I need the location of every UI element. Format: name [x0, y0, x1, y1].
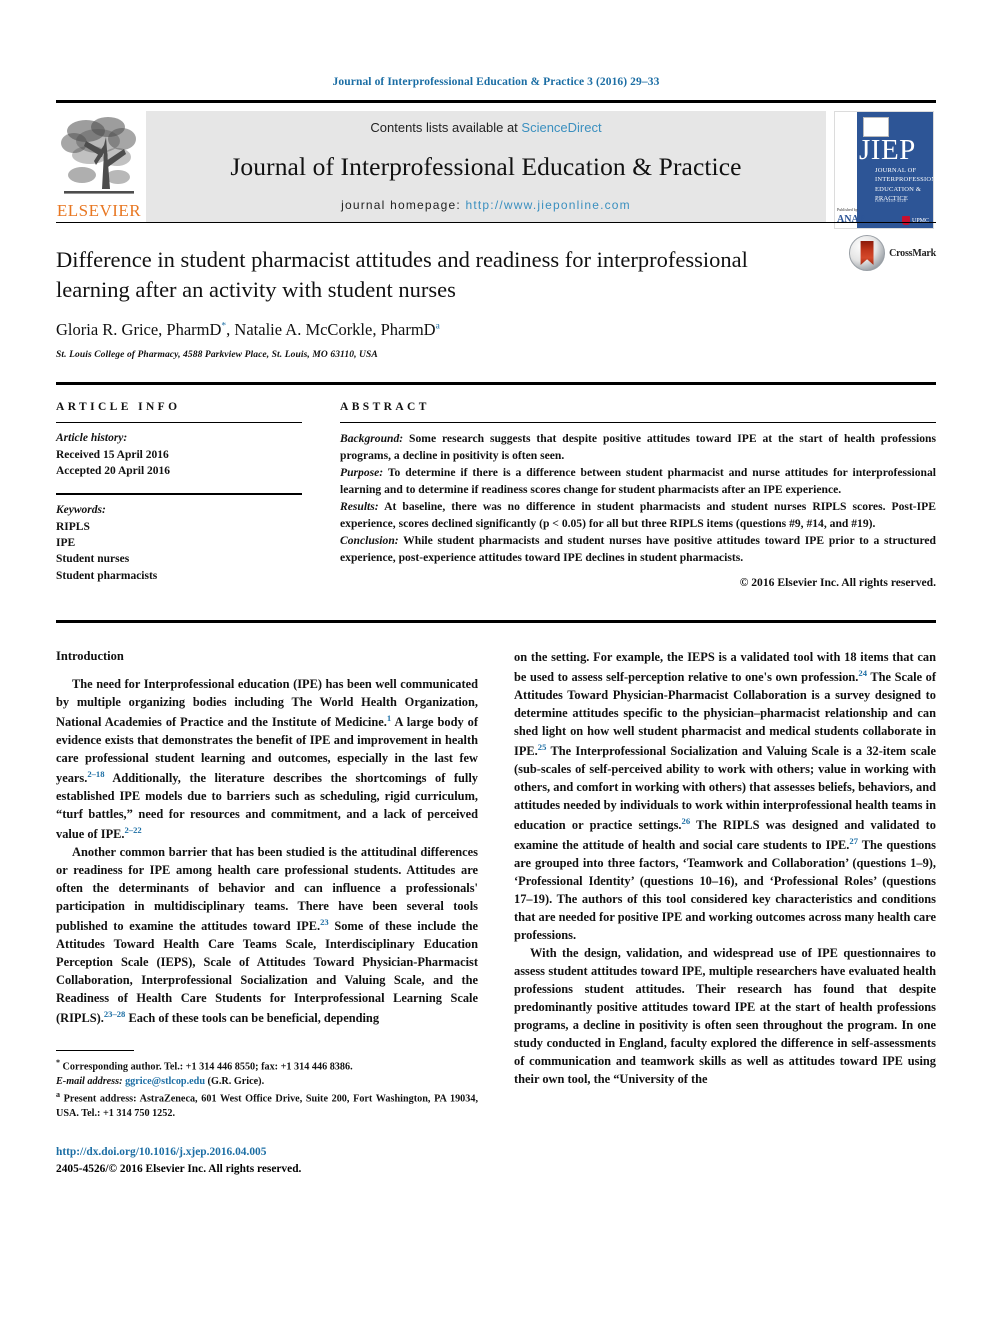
- abstract-purpose: Purpose: To determine if there is a diff…: [340, 465, 936, 499]
- email-link[interactable]: ggrice@stlcop.edu: [125, 1076, 205, 1087]
- footnote-divider: [56, 1050, 134, 1051]
- email-label: E-mail address:: [56, 1075, 123, 1087]
- citation-ref[interactable]: 2–22: [125, 825, 142, 835]
- abstract-background: Background: Some research suggests that …: [340, 431, 936, 465]
- keyword-item: RIPLS: [56, 520, 90, 533]
- intro-paragraph-2: Another common barrier that has been stu…: [56, 844, 478, 1028]
- homepage-prefix: journal homepage:: [341, 198, 466, 212]
- body-column-right: on the setting. For example, the IEPS is…: [514, 649, 936, 1178]
- intro-p2-c: Each of these tools can be beneficial, d…: [125, 1011, 380, 1026]
- article-page: Journal of Interprofessional Education &…: [0, 0, 992, 1323]
- issn-copyright-line: 2405-4526/© 2016 Elsevier Inc. All right…: [56, 1162, 302, 1175]
- abstract-results-label: Results:: [340, 500, 379, 514]
- title-block: Difference in student pharmacist attitud…: [56, 222, 936, 360]
- footnote-present-text: Present address: AstraZeneca, 601 West O…: [56, 1093, 478, 1120]
- crossmark-badge[interactable]: CrossMark: [849, 235, 936, 271]
- jiep-logo-letters: JIEP: [859, 134, 916, 166]
- abstract-conclusion-label: Conclusion:: [340, 533, 399, 547]
- contents-line: Contents lists available at ScienceDirec…: [370, 120, 601, 135]
- page-title: Difference in student pharmacist attitud…: [56, 247, 748, 302]
- keyword-item: Student pharmacists: [56, 569, 158, 582]
- email-suffix: (G.R. Grice).: [205, 1075, 265, 1087]
- author-two: , Natalie A. McCorkle, PharmD: [226, 320, 436, 340]
- abstract-background-label: Background:: [340, 432, 404, 446]
- abstract-background-text: Some research suggests that despite posi…: [340, 432, 936, 463]
- jiep-cover-block: JIEP JOURNAL OF INTERPROFESSIONAL EDUCAT…: [832, 111, 936, 229]
- author-list: Gloria R. Grice, PharmD*, Natalie A. McC…: [56, 320, 936, 340]
- citation-ref[interactable]: 23–28: [104, 1009, 125, 1019]
- keywords-divider: [56, 493, 302, 496]
- crossmark-ribbon-icon: [860, 241, 874, 265]
- footnote-corresponding: * Corresponding author. Tel.: +1 314 446…: [56, 1057, 478, 1089]
- info-abstract-section: ARTICLE INFO Article history: Received 1…: [56, 382, 936, 591]
- footnote-corresponding-text: Corresponding author. Tel.: +1 314 446 8…: [60, 1061, 353, 1073]
- intro-p1-c: Additionally, the literature describes t…: [56, 770, 478, 841]
- journal-masthead: ELSEVIER Contents lists available at Sci…: [56, 100, 936, 229]
- abstract-conclusion: Conclusion: While student pharmacists an…: [340, 533, 936, 567]
- homepage-link[interactable]: http://www.jieponline.com: [465, 198, 630, 212]
- sciencedirect-link[interactable]: ScienceDirect: [521, 120, 601, 135]
- received-date: Received 15 April 2016: [56, 448, 169, 461]
- article-info-heading: ARTICLE INFO: [56, 401, 181, 414]
- citation-ref[interactable]: 23: [320, 917, 329, 927]
- article-info-column: ARTICLE INFO Article history: Received 1…: [56, 401, 302, 591]
- crossmark-icon: [849, 235, 886, 271]
- abstract-divider: [340, 422, 936, 424]
- abstract-conclusion-text: While student pharmacists and student nu…: [340, 533, 936, 564]
- accepted-date: Accepted 20 April 2016: [56, 465, 171, 478]
- homepage-line: journal homepage: http://www.jieponline.…: [341, 198, 631, 212]
- crossmark-label: CrossMark: [889, 247, 936, 259]
- article-history: Article history: Received 15 April 2016 …: [56, 430, 302, 479]
- abstract-body: Background: Some research suggests that …: [340, 431, 936, 591]
- keywords-label: Keywords:: [56, 504, 106, 517]
- citation-ref[interactable]: 26: [682, 816, 691, 826]
- elsevier-wordmark: ELSEVIER: [56, 201, 142, 220]
- article-info-divider: [56, 422, 302, 424]
- keywords-block: Keywords: RIPLS IPE Student nurses Stude…: [56, 502, 302, 584]
- jiep-publisher-note: Published by: [837, 207, 858, 212]
- journal-title: Journal of Interprofessional Education &…: [230, 151, 742, 181]
- abstract-purpose-label: Purpose:: [340, 466, 384, 480]
- jiep-cover-image: JIEP JOURNAL OF INTERPROFESSIONAL EDUCAT…: [834, 111, 934, 229]
- citation-ref[interactable]: 24: [858, 668, 867, 678]
- author-two-marker[interactable]: a: [436, 322, 440, 332]
- right-p1-e: The questions are grouped into three fac…: [514, 838, 936, 942]
- right-paragraph-2: With the design, validation, and widespr…: [514, 945, 936, 1086]
- body-column-left: Introduction The need for Interprofessio…: [56, 649, 478, 1178]
- elsevier-logo-block: ELSEVIER: [56, 111, 142, 222]
- citation-ref[interactable]: 2–18: [87, 769, 104, 779]
- abstract-purpose-text: To determine if there is a difference be…: [340, 466, 936, 497]
- keyword-item: Student nurses: [56, 553, 130, 566]
- affiliation: St. Louis College of Pharmacy, 4588 Park…: [56, 350, 378, 361]
- abstract-heading: ABSTRACT: [340, 401, 430, 414]
- citation-ref[interactable]: 27: [849, 836, 858, 846]
- doi-block: http://dx.doi.org/10.1016/j.xjep.2016.04…: [56, 1144, 478, 1178]
- contents-prefix: Contents lists available at: [370, 120, 522, 135]
- jiep-issn: ISSN 2405-4526: [875, 198, 907, 203]
- running-head: Journal of Interprofessional Education &…: [332, 76, 660, 88]
- body-columns: Introduction The need for Interprofessio…: [56, 619, 936, 1178]
- footnote-present-address: a Present address: AstraZeneca, 601 West…: [56, 1089, 478, 1121]
- right-paragraph-1: on the setting. For example, the IEPS is…: [514, 649, 936, 945]
- keyword-item: IPE: [56, 537, 76, 550]
- author-one: Gloria R. Grice, PharmD: [56, 320, 222, 340]
- footnotes-block: * Corresponding author. Tel.: +1 314 446…: [56, 1050, 478, 1178]
- introduction-heading: Introduction: [56, 648, 124, 663]
- abstract-results-text: At baseline, there was no difference in …: [340, 500, 936, 530]
- article-history-label: Article history:: [56, 432, 128, 445]
- intro-paragraph-1: The need for Interprofessional education…: [56, 676, 478, 844]
- abstract-results: Results: At baseline, there was no diffe…: [340, 499, 936, 533]
- abstract-column: ABSTRACT Background: Some research sugge…: [340, 401, 936, 591]
- elsevier-tree-icon: [61, 117, 136, 194]
- journal-band: Contents lists available at ScienceDirec…: [146, 111, 826, 222]
- abstract-copyright: © 2016 Elsevier Inc. All rights reserved…: [739, 575, 936, 589]
- doi-link[interactable]: http://dx.doi.org/10.1016/j.xjep.2016.04…: [56, 1144, 478, 1161]
